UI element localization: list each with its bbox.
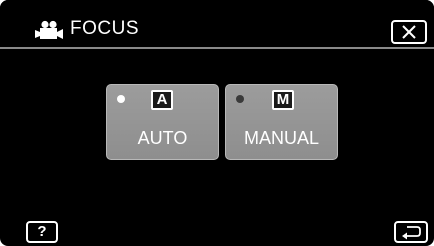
auto-label: AUTO xyxy=(137,128,188,148)
focus-screen: FOCUS A AUTO M MANUAL ? xyxy=(0,0,434,246)
title-bar: FOCUS xyxy=(0,0,434,47)
manual-label: MANUAL xyxy=(243,128,319,148)
unselected-indicator xyxy=(236,95,244,103)
auto-focus-button[interactable]: A AUTO xyxy=(106,84,219,160)
return-arrow-icon xyxy=(402,226,421,240)
close-icon xyxy=(402,25,416,39)
help-icon: ? xyxy=(37,223,47,240)
page-title: FOCUS xyxy=(70,18,139,39)
manual-focus-button[interactable]: M MANUAL xyxy=(225,84,338,160)
movie-camera-icon xyxy=(35,20,63,39)
selected-indicator xyxy=(117,95,125,103)
close-button[interactable] xyxy=(391,20,427,44)
manual-letter-icon: M xyxy=(272,90,294,110)
help-button[interactable]: ? xyxy=(26,221,58,243)
back-button[interactable] xyxy=(394,221,428,243)
title-divider xyxy=(0,47,434,49)
auto-letter-icon: A xyxy=(151,90,173,110)
